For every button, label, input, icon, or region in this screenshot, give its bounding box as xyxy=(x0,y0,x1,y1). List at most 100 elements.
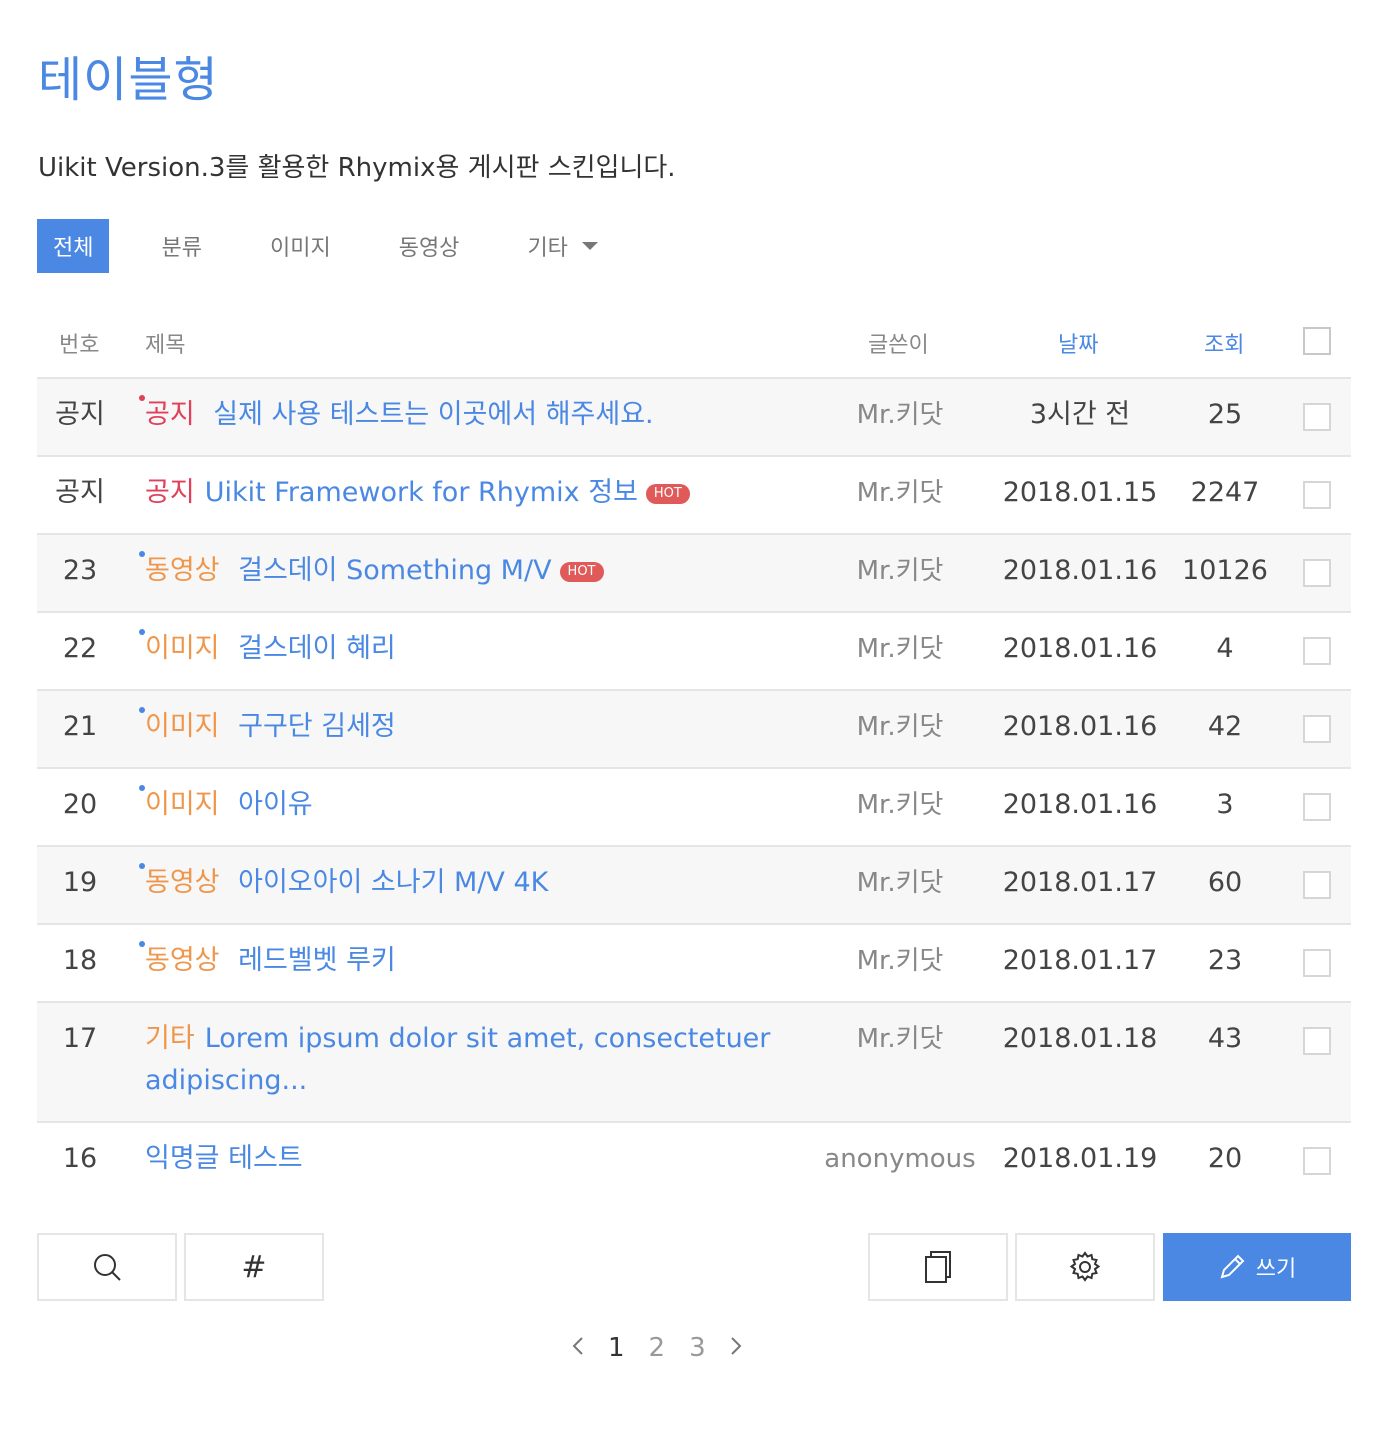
search-button[interactable] xyxy=(37,1233,177,1301)
row-title-cell: 기타 Lorem ipsum dolor sit amet, consectetu… xyxy=(145,1018,785,1102)
pagination: 1 2 3 xyxy=(560,1333,754,1363)
row-date: 2018.01.19 xyxy=(1002,1143,1158,1174)
row-number: 23 xyxy=(62,555,98,586)
row-author[interactable]: Mr.키닷 xyxy=(800,711,1000,743)
row-date: 2018.01.16 xyxy=(1002,555,1158,586)
category-tab-2[interactable]: 이미지 xyxy=(270,219,331,273)
table-row: 22 이미지 걸스데이 혜리 Mr.키닷 2018.01.16 4 xyxy=(37,613,1351,691)
row-date: 2018.01.15 xyxy=(1002,477,1158,508)
gear-icon xyxy=(1069,1251,1101,1282)
row-date: 2018.01.16 xyxy=(1002,711,1158,742)
row-title-link[interactable]: 걸스데이 Something M/V xyxy=(238,555,551,586)
row-number: 19 xyxy=(62,867,98,898)
page-link-1[interactable]: 1 xyxy=(608,1333,625,1363)
row-title-cell: 동영상 걸스데이 Something M/V HOT xyxy=(139,551,785,587)
row-author[interactable]: Mr.키닷 xyxy=(800,633,1000,665)
row-category[interactable]: 이미지 xyxy=(145,711,220,742)
row-title-cell: 익명글 테스트 xyxy=(145,1143,785,1175)
row-author[interactable]: Mr.키닷 xyxy=(800,555,1000,587)
row-category[interactable]: 공지 xyxy=(145,477,195,508)
page-link-2[interactable]: 2 xyxy=(649,1333,666,1363)
category-nav: 전체 분류 이미지 동영상 기타 xyxy=(37,219,598,273)
row-title-link[interactable]: Lorem ipsum dolor sit amet, consectetuer xyxy=(205,1023,771,1054)
pencil-icon xyxy=(1220,1254,1245,1279)
row-checkbox[interactable] xyxy=(1303,1027,1331,1055)
row-author[interactable]: anonymous xyxy=(800,1143,1000,1175)
row-checkbox[interactable] xyxy=(1303,403,1331,431)
header-author: 글쓴이 xyxy=(868,333,929,358)
new-indicator-dot xyxy=(139,629,145,635)
row-title-cell: 공지 Uikit Framework for Rhymix 정보 HOT xyxy=(145,477,785,509)
chevron-right-icon xyxy=(730,1337,742,1355)
row-number: 16 xyxy=(62,1143,98,1174)
row-title-link[interactable]: 구구단 김세정 xyxy=(238,711,396,742)
table-row: 20 이미지 아이유 Mr.키닷 2018.01.16 3 xyxy=(37,769,1351,847)
row-title-link[interactable]: 익명글 테스트 xyxy=(145,1143,303,1174)
select-all-checkbox[interactable] xyxy=(1303,327,1331,355)
row-number: 22 xyxy=(62,633,98,664)
header-views-sort[interactable]: 조회 xyxy=(1204,327,1244,359)
row-title-cell: 이미지 구구단 김세정 xyxy=(139,707,785,743)
row-category[interactable]: 이미지 xyxy=(145,789,220,820)
row-author[interactable]: Mr.키닷 xyxy=(800,1023,1000,1055)
caret-down-icon xyxy=(581,242,598,250)
row-title-link[interactable]: Uikit Framework for Rhymix 정보 xyxy=(205,477,638,508)
row-number: 21 xyxy=(62,711,98,742)
row-category[interactable]: 동영상 xyxy=(145,945,220,976)
row-category[interactable]: 동영상 xyxy=(145,555,220,586)
row-date: 3시간 전 xyxy=(1029,399,1131,430)
row-views: 20 xyxy=(1207,1143,1243,1174)
row-author[interactable]: Mr.키닷 xyxy=(800,477,1000,509)
new-indicator-dot xyxy=(139,551,145,557)
page-subtitle: Uikit Version.3를 활용한 Rhymix용 게시판 스킨입니다. xyxy=(38,153,676,183)
row-views: 23 xyxy=(1207,945,1243,976)
row-title-link[interactable]: 레드벨벳 루키 xyxy=(238,945,396,976)
board-table: 번호 제목 글쓴이 날짜 조회 공지 공지 실제 사용 테스트는 이곳에서 해주… xyxy=(37,300,1351,1199)
next-page-button[interactable] xyxy=(726,1334,746,1362)
category-tab-3[interactable]: 동영상 xyxy=(399,219,460,273)
row-checkbox[interactable] xyxy=(1303,949,1331,977)
row-number: 17 xyxy=(62,1023,98,1054)
new-indicator-dot xyxy=(139,941,145,947)
admin-settings-button[interactable] xyxy=(1015,1233,1155,1301)
write-button[interactable]: 쓰기 xyxy=(1163,1233,1351,1301)
header-date-sort[interactable]: 날짜 xyxy=(1058,327,1098,359)
row-views: 60 xyxy=(1207,867,1243,898)
row-category[interactable]: 동영상 xyxy=(145,867,220,898)
row-category[interactable]: 공지 xyxy=(145,399,195,430)
row-title-cell: 동영상 아이오아이 소나기 M/V 4K xyxy=(139,863,785,899)
header-no: 번호 xyxy=(59,333,100,358)
row-views: 42 xyxy=(1207,711,1243,742)
prev-page-button[interactable] xyxy=(568,1334,588,1362)
table-row: 17 기타 Lorem ipsum dolor sit amet, consect… xyxy=(37,1003,1351,1123)
row-author[interactable]: Mr.키닷 xyxy=(800,789,1000,821)
row-checkbox[interactable] xyxy=(1303,637,1331,665)
category-dropdown-more[interactable]: 기타 xyxy=(527,219,598,273)
category-tab-all[interactable]: 전체 xyxy=(37,219,110,273)
row-title-link-continued[interactable]: adipiscing... xyxy=(145,1065,307,1096)
page-link-3[interactable]: 3 xyxy=(689,1333,706,1363)
tag-button[interactable]: # xyxy=(184,1233,324,1301)
row-checkbox[interactable] xyxy=(1303,715,1331,743)
row-category[interactable]: 기타 xyxy=(145,1023,195,1054)
row-checkbox[interactable] xyxy=(1303,481,1331,509)
row-title-link[interactable]: 아이오아이 소나기 M/V 4K xyxy=(238,867,548,898)
row-checkbox[interactable] xyxy=(1303,559,1331,587)
row-checkbox[interactable] xyxy=(1303,1147,1331,1175)
row-category[interactable]: 이미지 xyxy=(145,633,220,664)
row-checkbox[interactable] xyxy=(1303,871,1331,899)
row-number: 공지 xyxy=(55,477,105,508)
row-author[interactable]: Mr.키닷 xyxy=(800,867,1000,899)
row-title-cell: 동영상 레드벨벳 루키 xyxy=(139,941,785,977)
row-title-link[interactable]: 실제 사용 테스트는 이곳에서 해주세요. xyxy=(213,399,653,430)
row-checkbox[interactable] xyxy=(1303,793,1331,821)
row-title-link[interactable]: 아이유 xyxy=(238,789,313,820)
copy-button[interactable] xyxy=(868,1233,1008,1301)
category-tab-1[interactable]: 분류 xyxy=(161,219,201,273)
row-title-cell: 이미지 걸스데이 혜리 xyxy=(139,629,785,665)
row-author[interactable]: Mr.키닷 xyxy=(800,945,1000,977)
header-title: 제목 xyxy=(145,333,186,358)
row-title-cell: 이미지 아이유 xyxy=(139,785,785,821)
row-author[interactable]: Mr.키닷 xyxy=(800,399,1000,431)
row-title-link[interactable]: 걸스데이 혜리 xyxy=(238,633,396,664)
